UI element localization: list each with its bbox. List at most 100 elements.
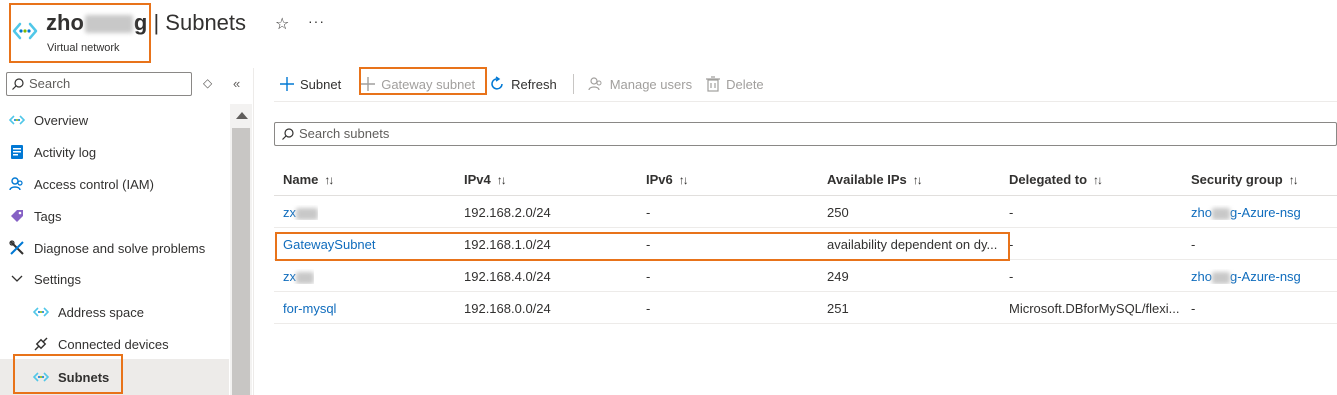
gateway-subnet-highlight-box bbox=[359, 67, 487, 95]
subnet-name: zx bbox=[283, 269, 296, 284]
column-label: Delegated to bbox=[1009, 172, 1088, 187]
delegated-to-cell: Microsoft.DBforMySQL/flexi... bbox=[1009, 301, 1180, 316]
column-header-name[interactable]: Name ↑↓ bbox=[283, 172, 334, 187]
delete-button[interactable]: Delete bbox=[700, 70, 772, 98]
people-icon bbox=[9, 176, 25, 192]
subnet-name-link[interactable]: zx bbox=[283, 269, 314, 284]
sort-icon[interactable]: ↑↓ bbox=[913, 173, 923, 187]
available-ips-cell: 249 bbox=[827, 269, 849, 284]
tag-icon bbox=[9, 208, 25, 224]
column-label: IPv6 bbox=[646, 172, 673, 187]
table-header: Name ↑↓ IPv4 ↑↓ IPv6 ↑↓ Available IPs ↑↓ Del… bbox=[274, 162, 1337, 196]
column-label: Available IPs bbox=[827, 172, 907, 187]
sidebar-item-label: Settings bbox=[34, 271, 81, 287]
command-bar: Subnet Gateway subnet Refresh Manage use… bbox=[274, 70, 772, 98]
expand-collapse-icon[interactable]: ◇ bbox=[203, 76, 212, 90]
page-name: Subnets bbox=[165, 10, 247, 35]
manage-users-button[interactable]: Manage users bbox=[582, 70, 700, 98]
chevron-down-icon bbox=[9, 271, 25, 287]
redacted-text bbox=[296, 207, 318, 220]
scrollbar-thumb[interactable] bbox=[232, 128, 250, 395]
sidebar-item-label: Address space bbox=[58, 304, 144, 320]
ipv4-cell: 192.168.4.0/24 bbox=[464, 269, 551, 284]
wrench-icon bbox=[9, 240, 25, 256]
ipv6-cell: - bbox=[646, 269, 651, 284]
redacted-text bbox=[1211, 271, 1230, 284]
available-ips-cell: 250 bbox=[827, 205, 849, 220]
redacted-text bbox=[296, 271, 314, 284]
column-header-ipv6[interactable]: IPv6 ↑↓ bbox=[646, 172, 689, 187]
security-group-cell: - bbox=[1191, 301, 1196, 316]
manage-users-label: Manage users bbox=[609, 76, 693, 92]
subnet-name: zx bbox=[283, 205, 296, 220]
sidebar: Search ◇ « Overview Activity log Access … bbox=[0, 68, 254, 395]
search-subnets-input[interactable]: Search subnets bbox=[274, 122, 1337, 146]
refresh-icon bbox=[489, 76, 505, 92]
refresh-label: Refresh bbox=[511, 76, 557, 92]
ipv4-cell: 192.168.2.0/24 bbox=[464, 205, 551, 220]
table-row[interactable]: for-mysql 192.168.0.0/24 - 251 Microsoft… bbox=[274, 292, 1337, 324]
sidebar-item-tags[interactable]: Tags bbox=[0, 200, 229, 232]
sidebar-item-label: Activity log bbox=[34, 144, 97, 160]
security-group-link[interactable]: zho g-Azure-nsg bbox=[1191, 205, 1301, 220]
sort-icon[interactable]: ↑↓ bbox=[1093, 173, 1103, 187]
sort-icon[interactable]: ↑↓ bbox=[497, 173, 507, 187]
sidebar-item-label: Connected devices bbox=[58, 336, 169, 352]
security-group-cell: - bbox=[1191, 237, 1196, 252]
sidebar-item-address-space[interactable]: Address space bbox=[0, 296, 229, 328]
virtual-network-icon bbox=[33, 304, 49, 320]
sidebar-item-overview[interactable]: Overview bbox=[0, 104, 229, 136]
page-header: zho g | Subnets Virtual network ☆ ··· bbox=[0, 0, 1337, 68]
sort-icon[interactable]: ↑↓ bbox=[1289, 173, 1299, 187]
subnet-name-link[interactable]: zx bbox=[283, 205, 318, 220]
scroll-up-icon[interactable] bbox=[236, 112, 248, 119]
column-label: Name bbox=[283, 172, 319, 187]
sidebar-item-diagnose[interactable]: Diagnose and solve problems bbox=[0, 232, 229, 264]
sidebar-item-label: Tags bbox=[34, 208, 62, 224]
delegated-to-cell: - bbox=[1009, 205, 1014, 220]
ipv6-cell: - bbox=[646, 205, 651, 220]
sidebar-item-label: Diagnose and solve problems bbox=[34, 240, 206, 256]
trash-icon bbox=[706, 76, 721, 92]
ipv4-cell: 192.168.0.0/24 bbox=[464, 301, 551, 316]
people-icon bbox=[588, 76, 604, 92]
column-header-ipv4[interactable]: IPv4 ↑↓ bbox=[464, 172, 507, 187]
delete-label: Delete bbox=[726, 76, 764, 92]
table-row[interactable]: zx 192.168.4.0/24 - 249 - zho g-Azure-nsg bbox=[274, 260, 1337, 292]
delegated-to-cell: - bbox=[1009, 269, 1014, 284]
subnets-highlight-box bbox=[13, 354, 123, 394]
more-options-icon[interactable]: ··· bbox=[308, 13, 325, 29]
table-row[interactable]: zx 192.168.2.0/24 - 250 - zho g-Azure-nsg bbox=[274, 196, 1337, 228]
sidebar-item-label: Overview bbox=[34, 112, 89, 128]
column-header-security-group[interactable]: Security group ↑↓ bbox=[1191, 172, 1299, 187]
sort-icon[interactable]: ↑↓ bbox=[679, 173, 689, 187]
nsg-name-end: g-Azure-nsg bbox=[1229, 269, 1301, 284]
sidebar-item-activity-log[interactable]: Activity log bbox=[0, 136, 229, 168]
column-header-delegated-to[interactable]: Delegated to ↑↓ bbox=[1009, 172, 1103, 187]
sidebar-item-access-control[interactable]: Access control (IAM) bbox=[0, 168, 229, 200]
toolbar-divider bbox=[572, 74, 574, 94]
search-icon bbox=[282, 128, 294, 140]
activity-log-icon bbox=[9, 144, 25, 160]
nsg-name-start: zho bbox=[1191, 269, 1212, 284]
column-header-available-ips[interactable]: Available IPs ↑↓ bbox=[827, 172, 923, 187]
security-group-link[interactable]: zho g-Azure-nsg bbox=[1191, 269, 1301, 284]
available-ips-cell: 251 bbox=[827, 301, 849, 316]
search-icon bbox=[12, 78, 24, 90]
sidebar-item-label: Access control (IAM) bbox=[34, 176, 154, 192]
subnet-name-link[interactable]: for-mysql bbox=[283, 301, 336, 316]
refresh-button[interactable]: Refresh bbox=[483, 70, 565, 98]
sidebar-group-settings[interactable]: Settings bbox=[0, 263, 229, 295]
title-highlight-box bbox=[9, 3, 151, 63]
sort-icon[interactable]: ↑↓ bbox=[324, 173, 334, 187]
favorite-star-icon[interactable]: ☆ bbox=[275, 14, 289, 34]
divider bbox=[274, 101, 1337, 102]
add-subnet-label: Subnet bbox=[300, 76, 342, 92]
sidebar-search-input[interactable]: Search bbox=[6, 72, 192, 96]
collapse-sidebar-icon[interactable]: « bbox=[233, 76, 240, 91]
nsg-name-start: zho bbox=[1191, 205, 1212, 220]
column-label: IPv4 bbox=[464, 172, 491, 187]
redacted-text bbox=[1211, 207, 1230, 220]
add-subnet-button[interactable]: Subnet bbox=[274, 70, 349, 98]
nsg-name-end: g-Azure-nsg bbox=[1229, 205, 1301, 220]
